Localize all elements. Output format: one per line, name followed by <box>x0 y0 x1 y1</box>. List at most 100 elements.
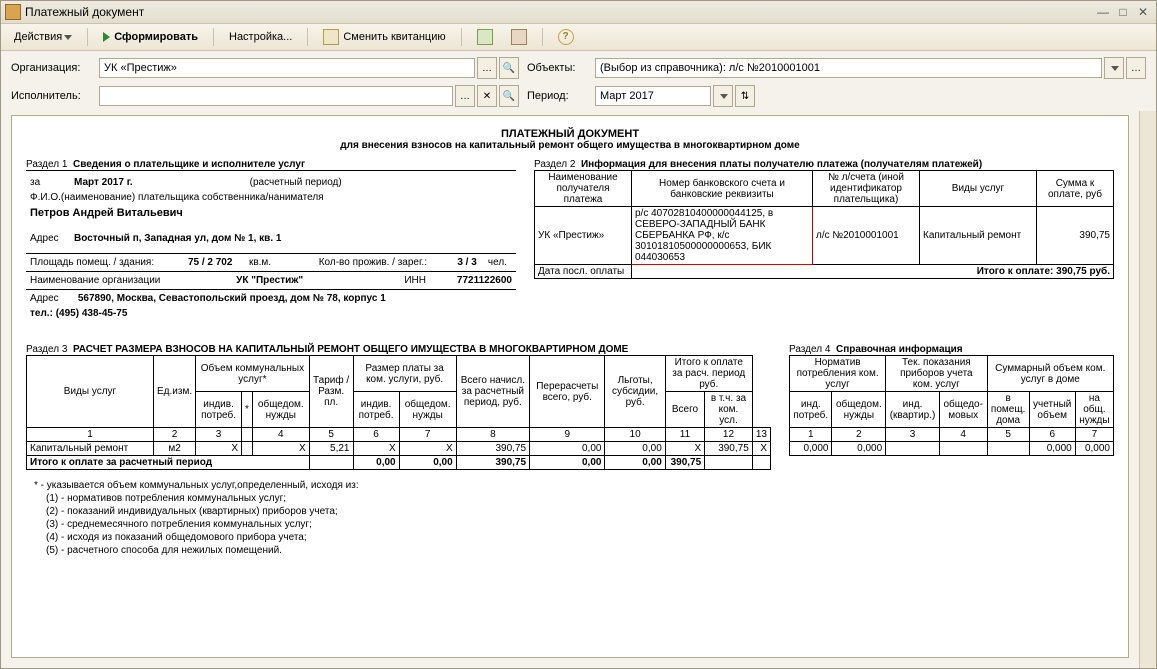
exec-clear-button[interactable]: ✕ <box>477 85 497 107</box>
vertical-scrollbar[interactable] <box>1139 111 1156 668</box>
toolbar-icon-2[interactable] <box>504 26 534 48</box>
s3-n6: 6 <box>353 428 399 442</box>
s3-n1: 1 <box>27 428 154 442</box>
actions-menu[interactable]: Действия <box>7 28 79 46</box>
toolbar-icon-1[interactable] <box>470 26 500 48</box>
s4-n5: 5 <box>987 428 1029 442</box>
fn5: (5) - расчетного способа для нежилых пом… <box>46 545 1114 556</box>
settings-button[interactable]: Настройка... <box>222 28 299 46</box>
s3-h21: * <box>242 392 253 428</box>
period-dropdown-button[interactable] <box>713 85 733 107</box>
s3-t1: 0,00 <box>399 456 456 470</box>
minimize-button[interactable]: — <box>1094 5 1112 19</box>
org-label: Организация: <box>11 62 91 74</box>
s3-r10: X <box>665 442 704 456</box>
s1-title: Сведения о плательщике и исполнителе усл… <box>73 159 305 170</box>
s4-n2: 2 <box>832 428 886 442</box>
org-select-button[interactable]: … <box>477 57 497 79</box>
s2-lastpay-label: Дата посл. оплаты <box>535 265 632 279</box>
s1-liv-unit: чел. <box>486 256 514 269</box>
s1-fio-label: Ф.И.О.(наименование) плательщика собстве… <box>28 191 514 204</box>
objects-field[interactable]: (Выбор из справочника): л/с №2010001001 <box>595 58 1102 78</box>
s4-n6: 6 <box>1029 428 1075 442</box>
close-button[interactable]: ✕ <box>1134 5 1152 19</box>
change-receipt-button[interactable]: Сменить квитанцию <box>316 26 452 48</box>
s4-r4 <box>987 442 1029 456</box>
s3-r0: Капитальный ремонт <box>27 442 154 456</box>
s4-r0: 0,000 <box>790 442 832 456</box>
help-button[interactable]: ? <box>551 26 581 48</box>
period-field[interactable]: Март 2017 <box>595 86 711 106</box>
s2-r3: Капитальный ремонт <box>920 207 1037 265</box>
s1-liv-label: Кол-во прожив. / зарег.: <box>317 256 454 269</box>
maximize-button[interactable]: □ <box>1114 5 1132 19</box>
s3-r2: X <box>196 442 242 456</box>
s4-h12: Суммарный объем ком. услуг в доме <box>987 356 1113 392</box>
s1-za: за <box>28 176 70 189</box>
s4-r5: 0,000 <box>1029 442 1075 456</box>
objects-select-button[interactable]: … <box>1126 57 1146 79</box>
s3-n9: 9 <box>530 428 605 442</box>
s3-r12: X <box>752 442 770 456</box>
settings-label: Настройка... <box>229 31 292 43</box>
s3-total-label: Итого к оплате за расчетный период <box>27 456 310 470</box>
s3-t5: 390,75 <box>665 456 704 470</box>
exec-field[interactable] <box>99 86 453 106</box>
objects-value: (Выбор из справочника): л/с №2010001001 <box>600 62 820 74</box>
s4-title: Справочная информация <box>836 344 963 355</box>
exec-select-button[interactable]: … <box>455 85 475 107</box>
export-icon <box>511 29 527 45</box>
s2-title: Информация для внесения платы получателю… <box>581 159 982 170</box>
s3-r5: X <box>353 442 399 456</box>
exec-search-button[interactable]: 🔍 <box>499 85 519 107</box>
org-field[interactable]: УК «Престиж» <box>99 58 475 78</box>
s2-total: Итого к оплате: 390,75 руб. <box>632 265 1114 279</box>
s4-h10: Норматив потребления ком. услуг <box>790 356 886 392</box>
s3-t0: 0,00 <box>353 456 399 470</box>
s4-n3: 3 <box>886 428 940 442</box>
s2-h4: Сумма к оплате, руб <box>1037 171 1114 207</box>
s3-r11: 390,75 <box>705 442 753 456</box>
objects-dropdown-button[interactable] <box>1104 57 1124 79</box>
s2-r1: р/с 40702810400000044125, в СЕВЕРО-ЗАПАД… <box>632 207 813 265</box>
actions-label: Действия <box>14 31 62 43</box>
s3-n12: 12 <box>705 428 753 442</box>
s2-r4: 390,75 <box>1037 207 1114 265</box>
fn2: (2) - показаний индивидуальных (квартирн… <box>46 506 1114 517</box>
s3-t4: 0,00 <box>605 456 665 470</box>
fn3: (3) - среднемесячного потребления коммун… <box>46 519 1114 530</box>
s1-area-unit: кв.м. <box>247 256 279 269</box>
s3-h24: общедом. нужды <box>399 392 456 428</box>
s1-org-label: Наименование организации <box>28 274 232 287</box>
filter-form: Организация: УК «Престиж» … 🔍 Объекты: (… <box>1 51 1156 111</box>
period-step-button[interactable]: ⇅ <box>735 85 755 107</box>
play-icon <box>103 32 110 42</box>
generate-button[interactable]: Сформировать <box>96 28 205 46</box>
s1-addr: Восточный п, Западная ул, дом № 1, кв. 1 <box>72 232 514 245</box>
s4-n7: 7 <box>1075 428 1113 442</box>
titlebar: Платежный документ — □ ✕ <box>1 1 1156 24</box>
s3-h13: Тариф / Разм. пл. <box>309 356 353 428</box>
period-value: Март 2017 <box>600 90 654 102</box>
s3-r8: 0,00 <box>530 442 605 456</box>
chevron-down-icon <box>64 35 72 40</box>
s4-h24: в помещ. дома <box>987 392 1029 428</box>
s3-h18: Итого к оплате за расч. период руб. <box>665 356 752 392</box>
s3-t3: 0,00 <box>530 456 605 470</box>
s1-period: Март 2017 г. <box>72 176 246 189</box>
org-search-button[interactable]: 🔍 <box>499 57 519 79</box>
s3-n11: 11 <box>665 428 704 442</box>
doc-subtitle: для внесения взносов на капитальный ремо… <box>26 140 1114 151</box>
s3-t2: 390,75 <box>456 456 529 470</box>
s3-rA <box>242 442 253 456</box>
s3-h26: в т.ч. за ком. усл. <box>705 392 753 428</box>
s3-n7: 7 <box>399 428 456 442</box>
s4-h22: инд. (квартир.) <box>886 392 940 428</box>
s3-r3: X <box>252 442 309 456</box>
grid-icon <box>477 29 493 45</box>
chevron-down-icon <box>720 94 728 99</box>
s4-h20: инд. потреб. <box>790 392 832 428</box>
generate-label: Сформировать <box>114 31 198 43</box>
s1-area: 75 / 2 702 <box>186 256 245 269</box>
footnotes: * - указывается объем коммунальных услуг… <box>26 480 1114 556</box>
